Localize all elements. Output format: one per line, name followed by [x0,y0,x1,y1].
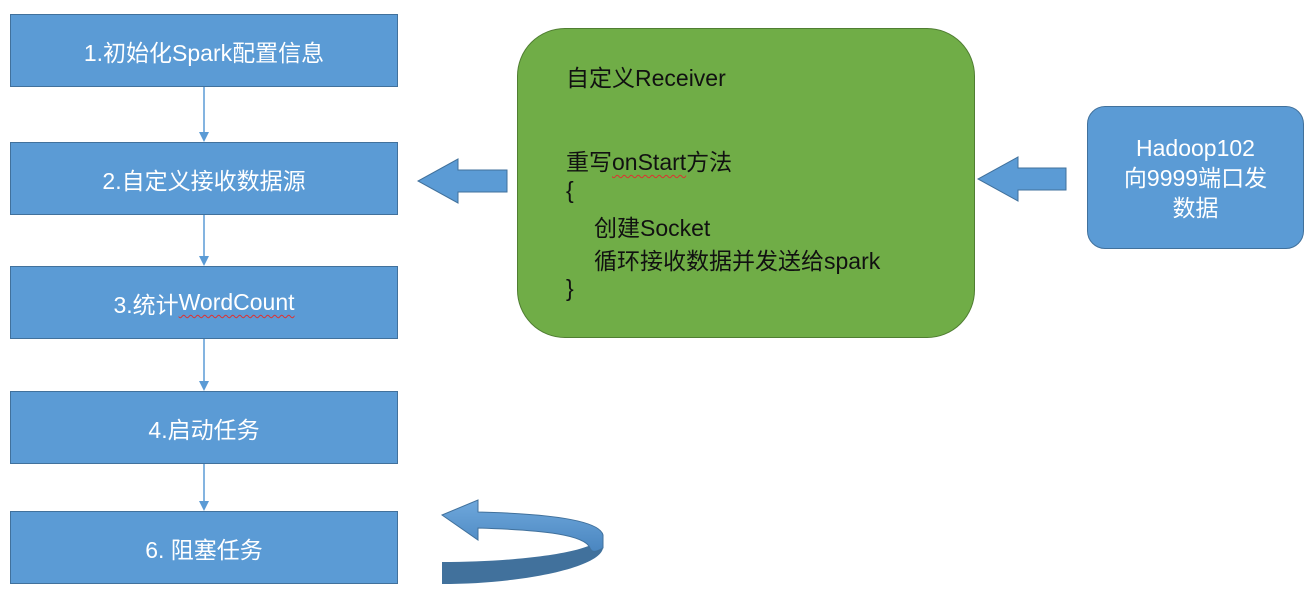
block-arrow-hadoop-to-receiver [976,156,1067,202]
loop-arrow-icon [440,499,604,584]
block-arrow-receiver-to-step2 [416,158,508,204]
connectors-layer [199,87,1067,584]
